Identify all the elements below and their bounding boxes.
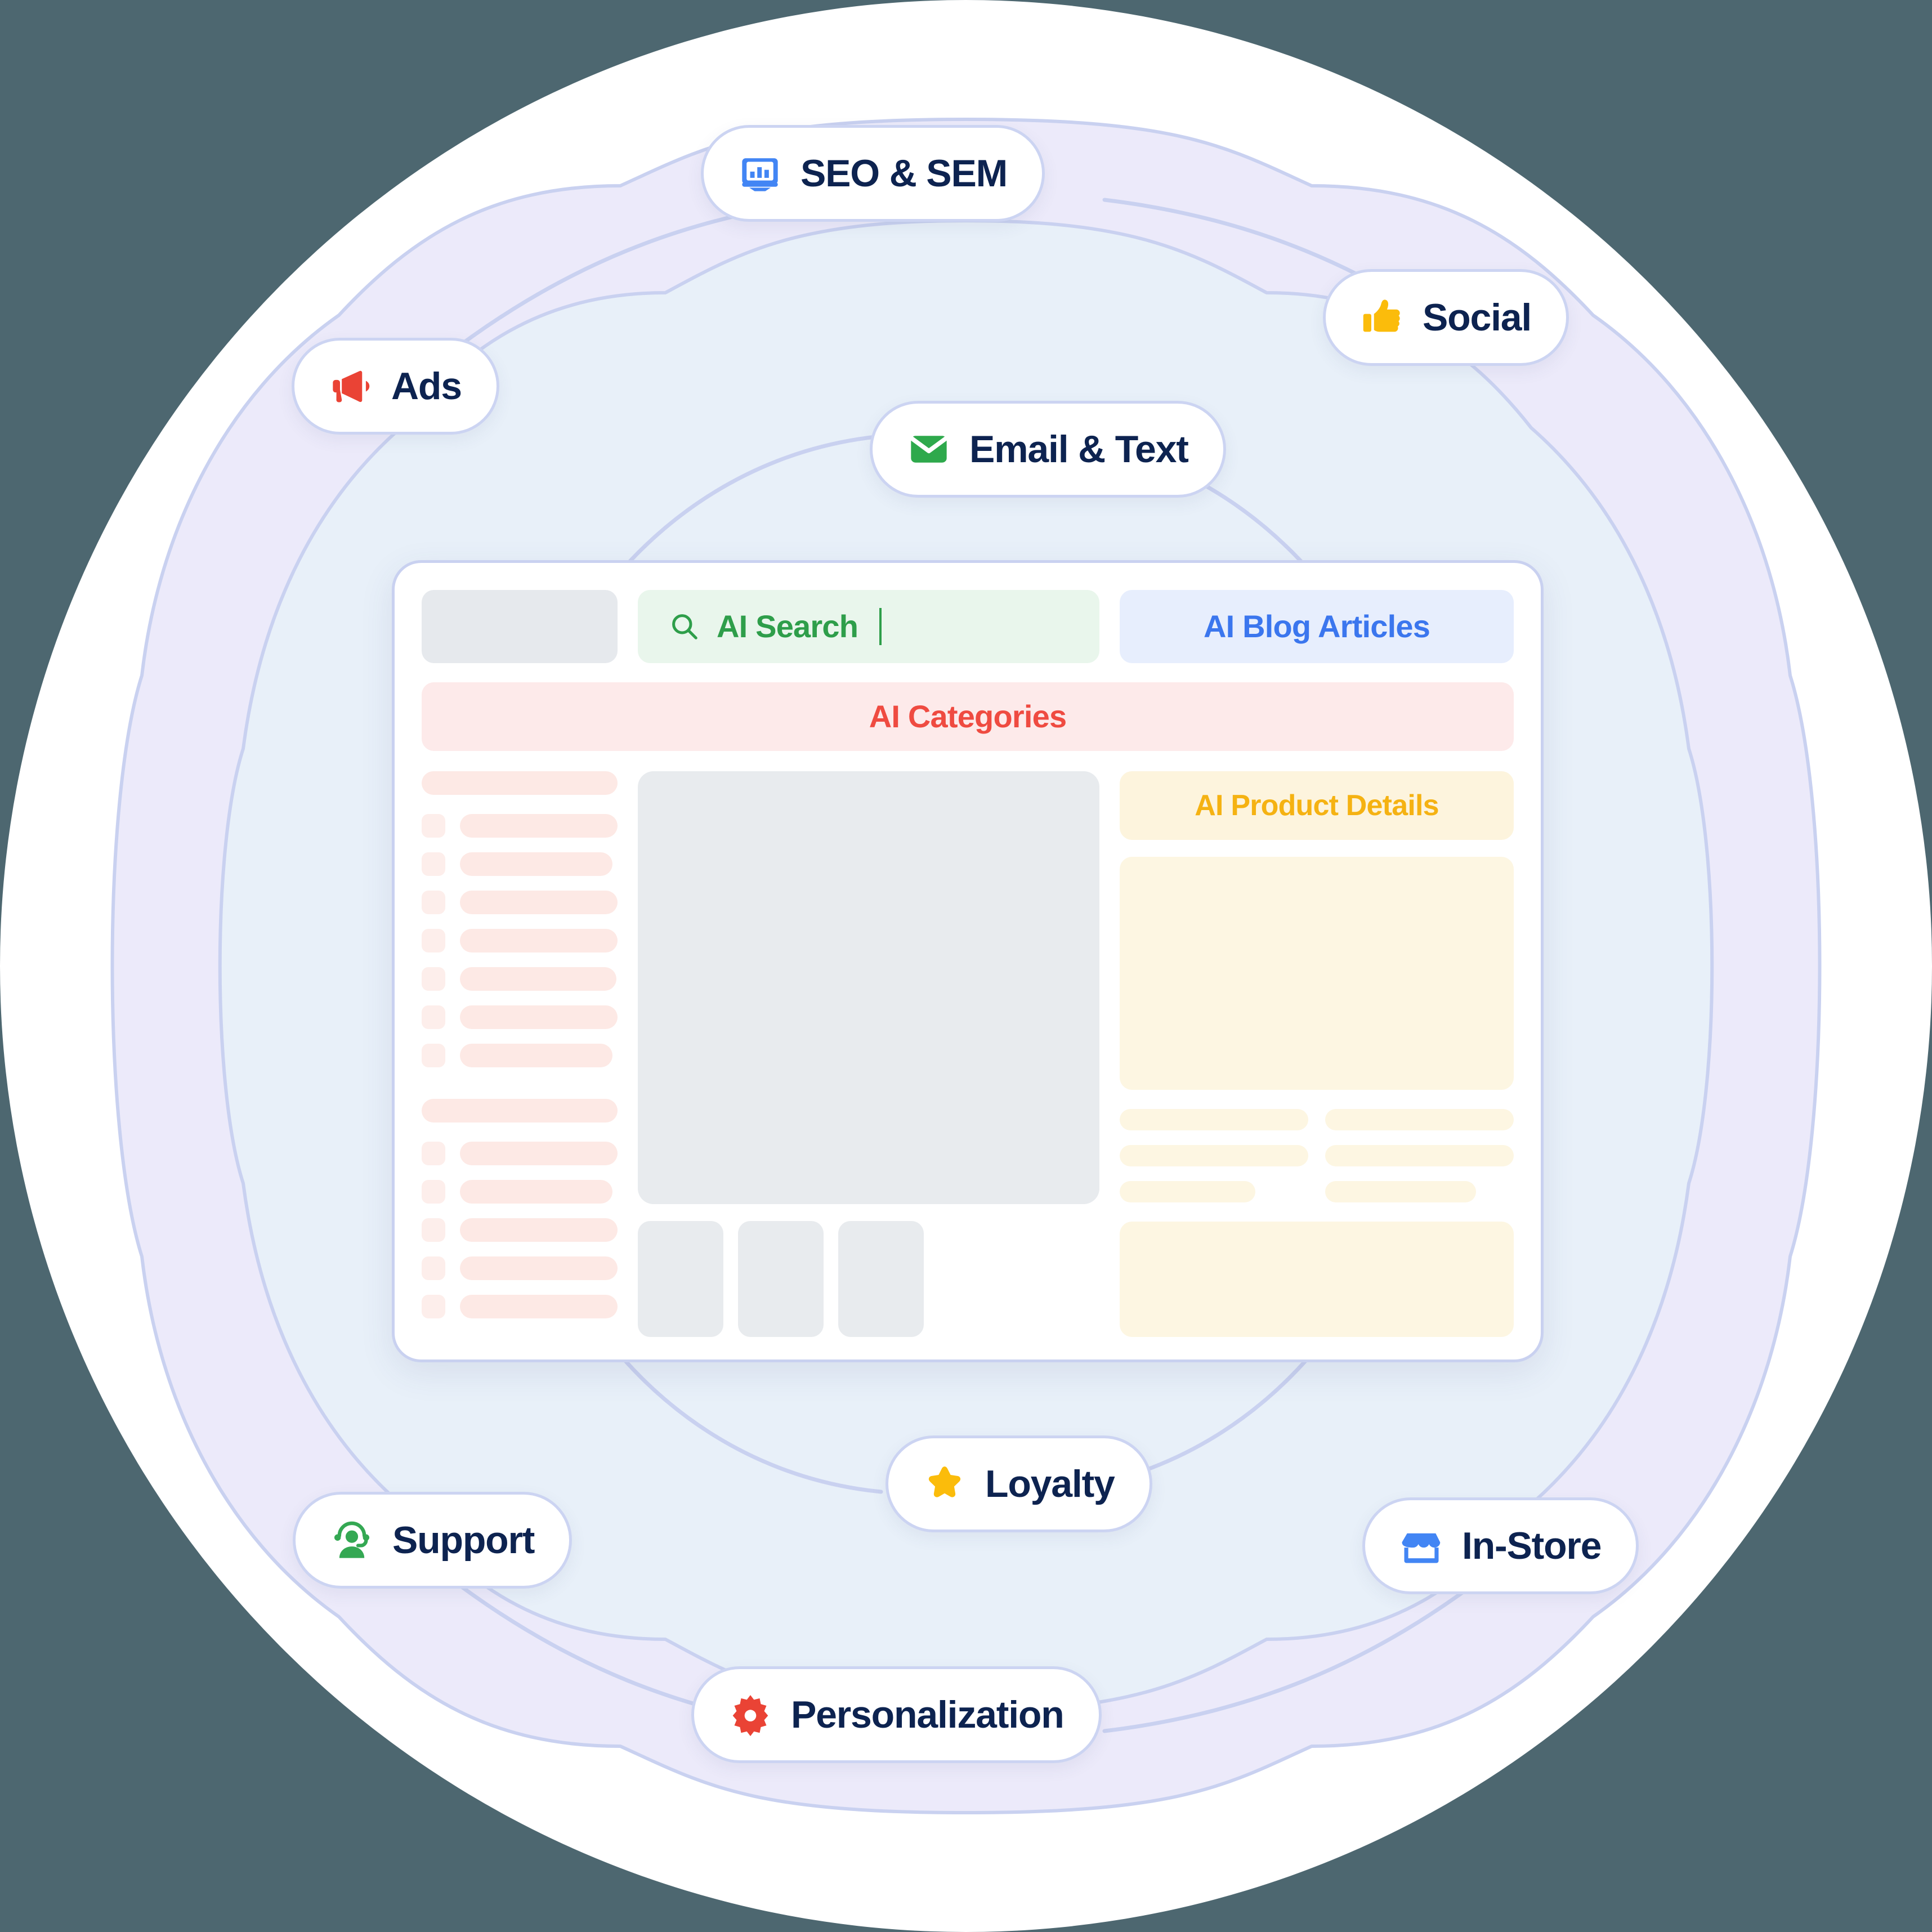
channel-pill-email[interactable]: Email & Text <box>870 401 1226 498</box>
channel-label: In-Store <box>1462 1524 1602 1567</box>
chart-monitor-icon <box>739 152 781 195</box>
channel-pill-ads[interactable]: Ads <box>292 338 499 435</box>
storefront-preview-card: AI Search AI Blog Articles AI Categories <box>392 560 1544 1362</box>
channel-pill-personalization[interactable]: Personalization <box>691 1666 1102 1763</box>
channel-pill-seo[interactable]: SEO & SEM <box>701 125 1045 222</box>
label-placeholder <box>460 967 617 991</box>
spec-line <box>1120 1144 1308 1166</box>
channel-label: Email & Text <box>969 428 1189 471</box>
search-value: AI Search <box>717 609 858 644</box>
product-gallery <box>638 771 1099 1337</box>
channel-pill-instore[interactable]: In-Store <box>1362 1497 1639 1594</box>
add-to-cart-placeholder[interactable] <box>1120 1221 1514 1338</box>
channel-label: Support <box>392 1519 535 1562</box>
channel-pill-social[interactable]: Social <box>1323 269 1569 366</box>
list-item[interactable] <box>422 1256 618 1280</box>
spec-line <box>1120 1108 1308 1130</box>
channel-label: Personalization <box>791 1693 1065 1736</box>
list-item[interactable] <box>422 967 618 991</box>
list-item[interactable] <box>422 852 618 876</box>
label-placeholder <box>460 1005 618 1029</box>
list-item[interactable] <box>422 1218 618 1242</box>
label-placeholder <box>460 929 618 952</box>
card-topbar: AI Search AI Blog Articles <box>422 590 1514 663</box>
envelope-icon <box>907 428 950 471</box>
checkbox-placeholder[interactable] <box>422 1044 445 1067</box>
label-placeholder <box>460 1180 613 1204</box>
channel-label: Social <box>1423 296 1532 339</box>
label-placeholder <box>460 852 613 876</box>
checkbox-placeholder[interactable] <box>422 929 445 952</box>
ai-product-details-label: AI Product Details <box>1195 789 1439 822</box>
checkbox-placeholder[interactable] <box>422 852 445 876</box>
checkbox-placeholder[interactable] <box>422 1295 445 1318</box>
logo-placeholder <box>422 590 618 663</box>
checkbox-placeholder[interactable] <box>422 891 445 914</box>
star-icon <box>923 1463 966 1505</box>
gear-icon <box>729 1693 772 1736</box>
category-sidebar <box>422 771 618 1337</box>
label-placeholder <box>460 1295 618 1318</box>
spec-line <box>1325 1108 1514 1130</box>
checkbox-placeholder[interactable] <box>422 1218 445 1242</box>
thumbnail[interactable] <box>738 1221 824 1337</box>
sidebar-group-header <box>422 1099 618 1122</box>
ai-categories-label: AI Categories <box>869 699 1067 734</box>
list-item[interactable] <box>422 1142 618 1165</box>
channel-pill-loyalty[interactable]: Loyalty <box>886 1435 1152 1532</box>
spec-line <box>1325 1144 1514 1166</box>
thumbnail-strip <box>638 1221 1099 1337</box>
spec-line <box>1325 1180 1476 1202</box>
spec-line <box>1120 1180 1256 1202</box>
list-item[interactable] <box>422 891 618 914</box>
ai-blog-articles-label: AI Blog Articles <box>1203 609 1430 644</box>
product-spec-lines <box>1120 1108 1514 1202</box>
channel-label: Ads <box>391 365 462 408</box>
checkbox-placeholder[interactable] <box>422 814 445 838</box>
headset-agent-icon <box>330 1519 373 1562</box>
channel-pill-support[interactable]: Support <box>293 1492 573 1589</box>
label-placeholder <box>460 891 618 914</box>
channel-label: SEO & SEM <box>800 152 1008 195</box>
divider <box>422 1082 618 1099</box>
label-placeholder <box>460 1142 618 1165</box>
list-item[interactable] <box>422 1044 618 1067</box>
ai-blog-articles-button[interactable]: AI Blog Articles <box>1120 590 1514 663</box>
thumbs-up-icon <box>1361 296 1403 339</box>
storefront-icon <box>1400 1524 1443 1567</box>
ai-product-details-bar[interactable]: AI Product Details <box>1120 771 1514 840</box>
card-body: AI Product Details <box>422 771 1514 1338</box>
sidebar-group-header <box>422 771 618 795</box>
list-item[interactable] <box>422 929 618 952</box>
checkbox-placeholder[interactable] <box>422 1180 445 1204</box>
product-detail-column: AI Product Details <box>1120 771 1514 1338</box>
checkbox-placeholder[interactable] <box>422 1142 445 1165</box>
list-item[interactable] <box>422 1180 618 1204</box>
label-placeholder <box>460 814 618 838</box>
text-cursor <box>879 608 882 645</box>
list-item[interactable] <box>422 1005 618 1029</box>
search-icon <box>669 611 700 642</box>
list-item[interactable] <box>422 1295 618 1318</box>
label-placeholder <box>460 1044 613 1067</box>
checkbox-placeholder[interactable] <box>422 1005 445 1029</box>
thumbnail[interactable] <box>838 1221 924 1337</box>
product-description-placeholder <box>1120 856 1514 1090</box>
label-placeholder <box>460 1256 618 1280</box>
product-image-placeholder[interactable] <box>638 771 1099 1204</box>
megaphone-icon <box>329 365 372 408</box>
diagram-canvas: SEO & SEM Social Ads Email & Text Suppor… <box>0 0 1932 1932</box>
search-input[interactable]: AI Search <box>638 590 1099 663</box>
checkbox-placeholder[interactable] <box>422 967 445 991</box>
checkbox-placeholder[interactable] <box>422 1256 445 1280</box>
ai-categories-bar[interactable]: AI Categories <box>422 682 1514 751</box>
channel-label: Loyalty <box>985 1463 1115 1505</box>
label-placeholder <box>460 1218 618 1242</box>
list-item[interactable] <box>422 814 618 838</box>
thumbnail[interactable] <box>638 1221 723 1337</box>
